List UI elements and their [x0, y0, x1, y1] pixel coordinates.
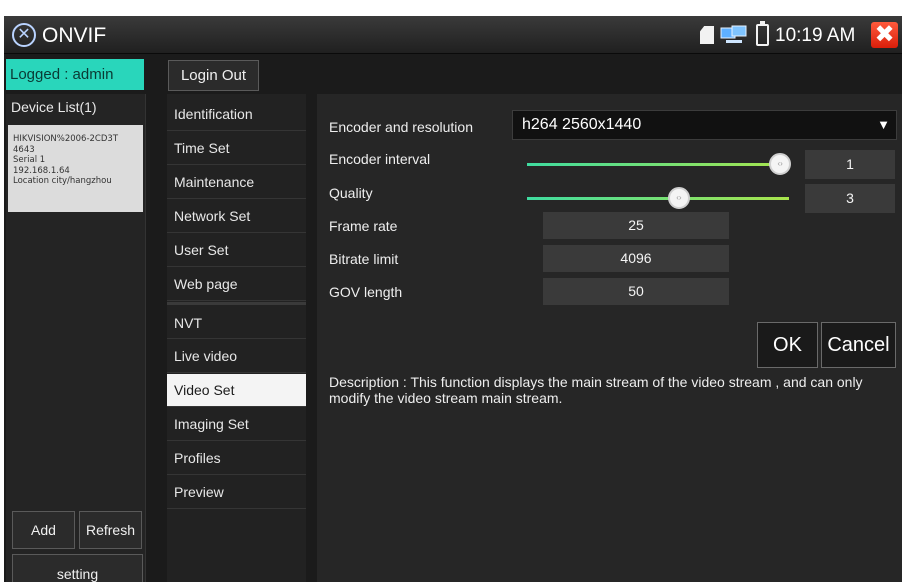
menu-item-preview[interactable]: Preview — [167, 476, 306, 509]
gov-length-label: GOV length — [329, 284, 403, 300]
menu-item-profiles[interactable]: Profiles — [167, 442, 306, 475]
settings-menu: Identification Time Set Maintenance Netw… — [167, 94, 306, 582]
bitrate-limit-label: Bitrate limit — [329, 251, 399, 267]
network-icon — [720, 25, 747, 43]
quality-slider-thumb[interactable]: ‹› — [667, 187, 690, 209]
logged-in-badge: Logged : admin — [6, 59, 144, 90]
frame-rate-label: Frame rate — [329, 218, 398, 234]
sd-card-icon — [700, 26, 714, 44]
menu-item-nvt[interactable]: NVT — [167, 302, 306, 339]
device-card[interactable]: HIKVISION%2006-2CD3T 4643 Serial 1 192.1… — [8, 125, 143, 212]
device-model: HIKVISION%2006-2CD3T — [13, 134, 119, 144]
description-text: Description : This function displays the… — [329, 374, 863, 406]
device-model-line2: 4643 — [13, 144, 35, 155]
ok-button[interactable]: OK — [757, 322, 818, 368]
close-icon: ✖ — [874, 21, 895, 48]
device-ip: 192.168.1.64 — [13, 165, 70, 176]
encoder-interval-label: Encoder interval — [329, 151, 431, 167]
title-bar: ✕ ONVIF 10:19 AM ✖ — [4, 16, 902, 54]
menu-item-web-page[interactable]: Web page — [167, 268, 306, 301]
video-set-panel: Encoder and resolution h264 2560x1440 ▼ … — [317, 94, 902, 582]
encoder-interval-value[interactable]: 1 — [805, 150, 895, 179]
login-out-button[interactable]: Login Out — [168, 60, 259, 91]
dropdown-arrow-icon: ▼ — [877, 117, 890, 132]
battery-icon — [756, 21, 769, 46]
add-button[interactable]: Add — [12, 511, 75, 549]
encoder-interval-slider[interactable] — [527, 163, 789, 166]
device-location: Location city/hangzhou — [13, 176, 112, 186]
encoder-label: Encoder and resolution — [329, 119, 473, 135]
quality-slider[interactable] — [527, 197, 789, 200]
menu-item-video-set[interactable]: Video Set — [167, 374, 306, 407]
onvif-app-icon: ✕ — [12, 23, 36, 47]
bitrate-limit-value[interactable]: 4096 — [543, 245, 729, 272]
menu-item-maintenance[interactable]: Maintenance — [167, 166, 306, 199]
device-list-panel: Device List(1) HIKVISION%2006-2CD3T 4643… — [6, 94, 146, 582]
refresh-button[interactable]: Refresh — [79, 511, 142, 549]
app-title: ONVIF — [42, 24, 107, 47]
cancel-button[interactable]: Cancel — [821, 322, 896, 368]
device-serial: Serial 1 — [13, 155, 46, 165]
clock-text: 10:19 AM — [775, 25, 856, 46]
close-button[interactable]: ✖ — [871, 22, 898, 48]
gov-length-value[interactable]: 50 — [543, 278, 729, 305]
setting-button[interactable]: setting — [12, 554, 143, 582]
frame-rate-value[interactable]: 25 — [543, 212, 729, 239]
menu-item-network-set[interactable]: Network Set — [167, 200, 306, 233]
device-screen: ✕ ONVIF 10:19 AM ✖ Logged : admin Login … — [4, 16, 902, 582]
menu-item-time-set[interactable]: Time Set — [167, 132, 306, 165]
encoder-interval-slider-thumb[interactable]: ‹› — [769, 153, 792, 175]
quality-value[interactable]: 3 — [805, 184, 895, 213]
encoder-resolution-select[interactable]: h264 2560x1440 ▼ — [512, 110, 897, 140]
menu-item-live-video[interactable]: Live video — [167, 340, 306, 373]
menu-item-imaging-set[interactable]: Imaging Set — [167, 408, 306, 441]
encoder-selected-value: h264 2560x1440 — [522, 116, 642, 133]
quality-label: Quality — [329, 185, 373, 201]
menu-item-identification[interactable]: Identification — [167, 98, 306, 131]
menu-item-user-set[interactable]: User Set — [167, 234, 306, 267]
device-list-title: Device List(1) — [11, 99, 97, 115]
